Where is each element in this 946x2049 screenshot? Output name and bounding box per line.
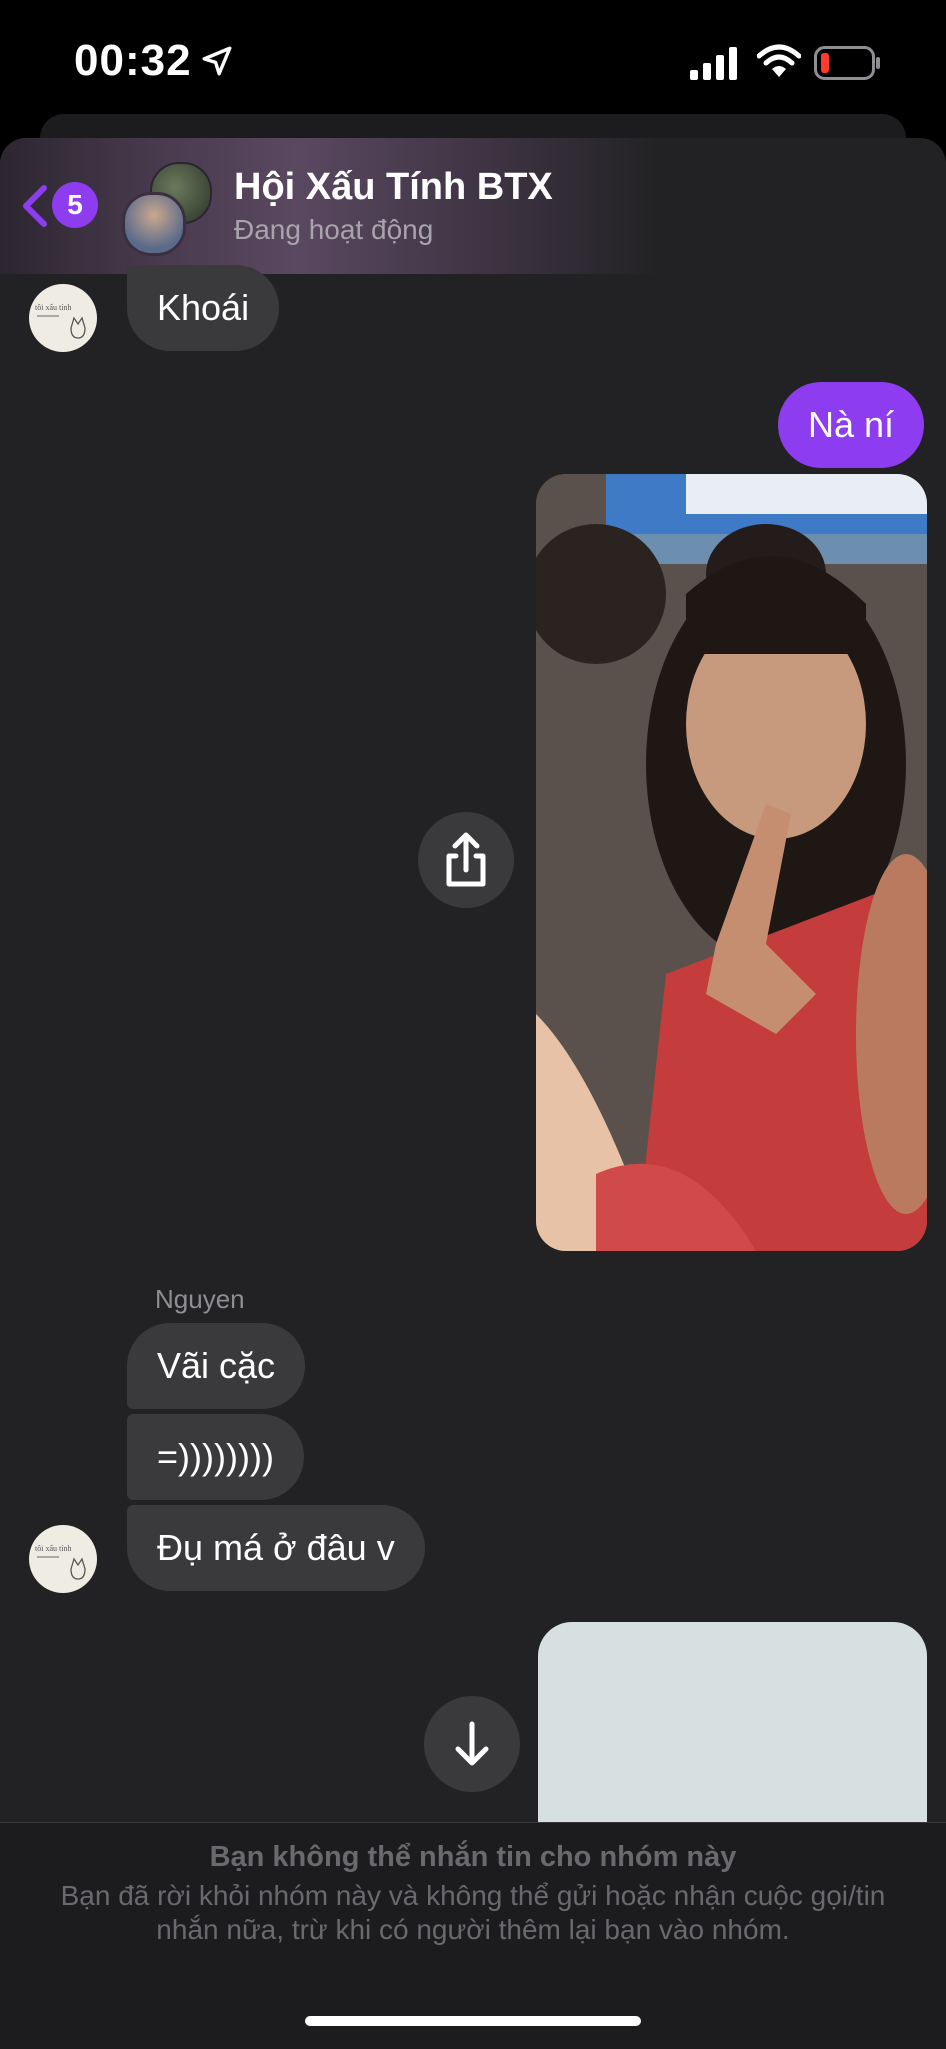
scroll-to-bottom-button[interactable] <box>424 1696 520 1792</box>
home-indicator[interactable] <box>305 2016 641 2026</box>
arrow-down-icon <box>455 1721 489 1766</box>
group-active-status: Đang hoạt động <box>234 214 434 245</box>
chat-header: 5 Hội Xấu Tính BTX Đang hoạt động <box>0 138 660 274</box>
notice-body: Bạn đã rời khỏi nhóm này và không thể gử… <box>60 1880 886 1945</box>
share-button[interactable] <box>418 812 514 908</box>
notice-title: Bạn không thể nhắn tin cho nhóm này <box>209 1841 737 1873</box>
svg-text:tôi xấu tính: tôi xấu tính <box>35 303 71 312</box>
status-time: 00:32 <box>74 36 192 85</box>
svg-text:tôi xấu tính: tôi xấu tính <box>35 1544 71 1553</box>
group-name[interactable]: Hội Xấu Tính BTX <box>234 166 553 209</box>
message-bubble-outgoing[interactable]: Nà ní <box>778 382 925 468</box>
message-bubble-incoming[interactable]: Khoái <box>127 265 280 351</box>
sender-avatar[interactable]: tôi xấu tính <box>29 1525 97 1593</box>
battery-low-icon <box>814 46 880 80</box>
wifi-icon <box>757 44 801 77</box>
cellular-signal-icon <box>690 47 737 80</box>
sender-name: Nguyen <box>155 1284 245 1314</box>
message-bubble-incoming[interactable]: Vãi cặc <box>127 1323 306 1409</box>
unread-count-badge[interactable]: 5 <box>52 182 98 228</box>
group-avatar-primary[interactable] <box>122 192 186 256</box>
back-chevron-icon[interactable] <box>18 182 52 230</box>
sender-avatar[interactable]: tôi xấu tính <box>29 284 97 352</box>
share-icon <box>446 832 486 887</box>
shared-photo[interactable] <box>536 474 927 1251</box>
photo-content <box>536 474 927 1251</box>
cat-sketch-icon: tôi xấu tính <box>35 1544 86 1580</box>
left-group-notice: Bạn không thể nhắn tin cho nhóm này Bạn … <box>0 1822 946 2049</box>
chat-sheet: 5 Hội Xấu Tính BTX Đang hoạt động tôi xấ… <box>0 138 946 2048</box>
cat-sketch-icon: tôi xấu tính <box>35 303 86 339</box>
status-bar: 00:32 <box>0 0 946 130</box>
message-bubble-incoming[interactable]: Đụ má ở đâu v <box>127 1505 425 1591</box>
location-arrow-icon <box>202 46 232 76</box>
message-bubble-incoming[interactable]: =)))))))) <box>127 1414 304 1500</box>
